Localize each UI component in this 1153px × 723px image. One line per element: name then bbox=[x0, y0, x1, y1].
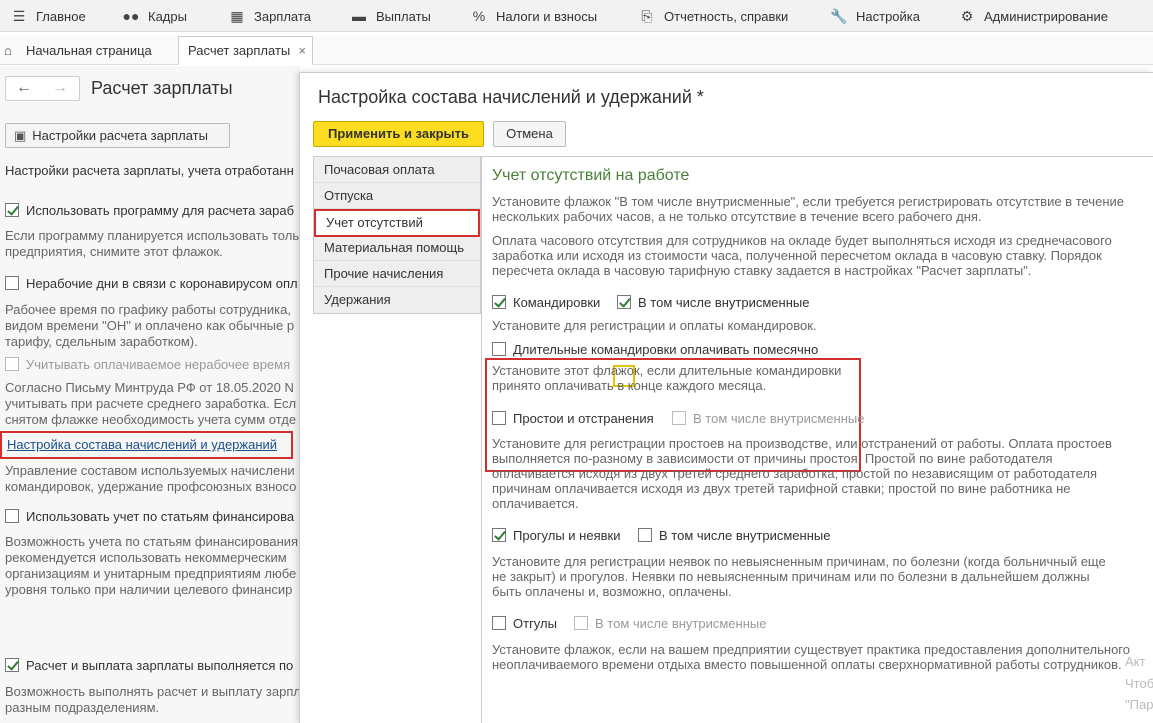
reports-icon: ⎘ bbox=[641, 8, 653, 24]
tab-salary[interactable]: Расчет зарплаты × bbox=[178, 36, 313, 65]
watermark-line-3: "Пар bbox=[1125, 697, 1153, 712]
back-icon[interactable]: ← bbox=[16, 79, 32, 97]
departments-option[interactable]: Расчет и выплата зарплаты выполняется по bbox=[5, 658, 293, 674]
cancel-button[interactable]: Отмена bbox=[493, 121, 566, 147]
calculator-icon: ▦ bbox=[230, 8, 244, 24]
use-program-option[interactable]: Использовать программу для расчета зараб bbox=[5, 203, 294, 219]
dialog-title: Настройка состава начислений и удержаний… bbox=[318, 87, 704, 107]
dialog-sections-nav: Почасовая оплата Отпуска Учет отсутствий… bbox=[313, 156, 481, 314]
business-trips-inshift-checkbox[interactable] bbox=[617, 295, 631, 309]
printer-icon: ▣ bbox=[14, 128, 27, 143]
page-title: Расчет зарплаты bbox=[91, 78, 233, 98]
timeoff-inshift-checkbox[interactable] bbox=[574, 616, 588, 630]
financing-option[interactable]: Использовать учет по статьям финансирова bbox=[5, 509, 294, 525]
absences-section: Учет отсутствий на работе Установите фла… bbox=[481, 156, 1153, 723]
nav-buttons: ← → bbox=[5, 76, 80, 101]
accruals-dialog: Настройка состава начислений и удержаний… bbox=[299, 72, 1153, 723]
menu-item-admin[interactable]: ⚙ Администрирование bbox=[958, 0, 1108, 32]
nav-hourly-pay[interactable]: Почасовая оплата bbox=[314, 157, 480, 183]
wrench-icon: 🔧 bbox=[830, 8, 848, 24]
close-icon[interactable]: × bbox=[298, 37, 306, 64]
section-title: Учет отсутствий на работе bbox=[492, 167, 690, 184]
long-trips-option[interactable]: Длительные командировки оплачивать помес… bbox=[492, 342, 818, 358]
gear-icon: ⚙ bbox=[960, 8, 974, 24]
menu-item-salary[interactable]: ▦ Зарплата bbox=[228, 0, 311, 32]
timeoff-option[interactable]: Отгулы bbox=[492, 616, 557, 632]
menu-item-main[interactable]: ☰ Главное bbox=[10, 0, 86, 32]
menu-item-payments[interactable]: ▬ Выплаты bbox=[350, 0, 431, 32]
nav-material-aid[interactable]: Материальная помощь bbox=[314, 235, 480, 261]
menu-icon: ☰ bbox=[12, 8, 26, 24]
home-icon: ⌂ bbox=[4, 43, 12, 58]
covid-checkbox[interactable] bbox=[5, 276, 19, 290]
business-trips-inshift-option[interactable]: В том числе внутрисменные bbox=[617, 295, 809, 311]
long-trips-checkbox[interactable] bbox=[492, 342, 506, 356]
watermark-line-2: Чтоб bbox=[1125, 676, 1153, 691]
tab-home[interactable]: ⌂ Начальная страница bbox=[4, 38, 152, 64]
apply-and-close-button[interactable]: Применить и закрыть bbox=[313, 121, 484, 147]
downtime-checkbox[interactable] bbox=[492, 411, 506, 425]
intro-text: Настройки расчета зарплаты, учета отрабо… bbox=[5, 163, 294, 178]
business-trips-option[interactable]: Командировки bbox=[492, 295, 600, 311]
top-menu: ☰ Главное ●● Кадры ▦ Зарплата ▬ Выплаты % Нал… bbox=[0, 0, 1153, 32]
truancy-option[interactable]: Прогулы и неявки bbox=[492, 528, 620, 544]
percent-icon: % bbox=[472, 8, 486, 24]
departments-checkbox[interactable] bbox=[5, 658, 19, 672]
timeoff-checkbox[interactable] bbox=[492, 616, 506, 630]
menu-item-taxes[interactable]: % Налоги и взносы bbox=[470, 0, 597, 32]
covid-option[interactable]: Нерабочие дни в связи с коронавирусом оп… bbox=[5, 276, 298, 292]
tab-bar: ⌂ Начальная страница Расчет зарплаты × bbox=[0, 36, 1153, 65]
paid-nonwork-option[interactable]: Учитывать оплачиваемое нерабочее время bbox=[5, 357, 290, 373]
downtime-inshift-option[interactable]: В том числе внутрисменные bbox=[672, 411, 864, 427]
nav-other-accruals[interactable]: Прочие начисления bbox=[314, 261, 480, 287]
accruals-settings-link-box: Настройка состава начислений и удержаний bbox=[0, 431, 293, 459]
nav-vacations[interactable]: Отпуска bbox=[314, 183, 480, 209]
payments-icon: ▬ bbox=[352, 8, 366, 24]
watermark-line-1: Акт bbox=[1125, 654, 1146, 669]
people-icon: ●● bbox=[122, 8, 140, 24]
menu-item-personnel[interactable]: ●● Кадры bbox=[122, 0, 187, 32]
salary-settings-panel: ← → Расчет зарплаты ▣ Настройки расчета з… bbox=[0, 66, 300, 723]
downtime-inshift-checkbox[interactable] bbox=[672, 411, 686, 425]
truancy-inshift-option[interactable]: В том числе внутрисменные bbox=[638, 528, 830, 544]
use-program-checkbox[interactable] bbox=[5, 203, 19, 217]
truancy-inshift-checkbox[interactable] bbox=[638, 528, 652, 542]
nav-absences[interactable]: Учет отсутствий bbox=[314, 209, 480, 237]
accruals-settings-link[interactable]: Настройка состава начислений и удержаний bbox=[7, 437, 277, 452]
menu-item-reports[interactable]: ⎘ Отчетность, справки bbox=[638, 0, 788, 32]
financing-checkbox[interactable] bbox=[5, 509, 19, 523]
business-trips-checkbox[interactable] bbox=[492, 295, 506, 309]
truancy-checkbox[interactable] bbox=[492, 528, 506, 542]
forward-icon[interactable]: → bbox=[52, 79, 68, 97]
nav-deductions[interactable]: Удержания bbox=[314, 287, 480, 313]
salary-settings-button[interactable]: ▣ Настройки расчета зарплаты bbox=[5, 123, 230, 148]
downtime-option[interactable]: Простои и отстранения bbox=[492, 411, 654, 427]
timeoff-inshift-option[interactable]: В том числе внутрисменные bbox=[574, 616, 766, 632]
paid-nonwork-checkbox[interactable] bbox=[5, 357, 19, 371]
menu-item-settings[interactable]: 🔧 Настройка bbox=[830, 0, 920, 32]
